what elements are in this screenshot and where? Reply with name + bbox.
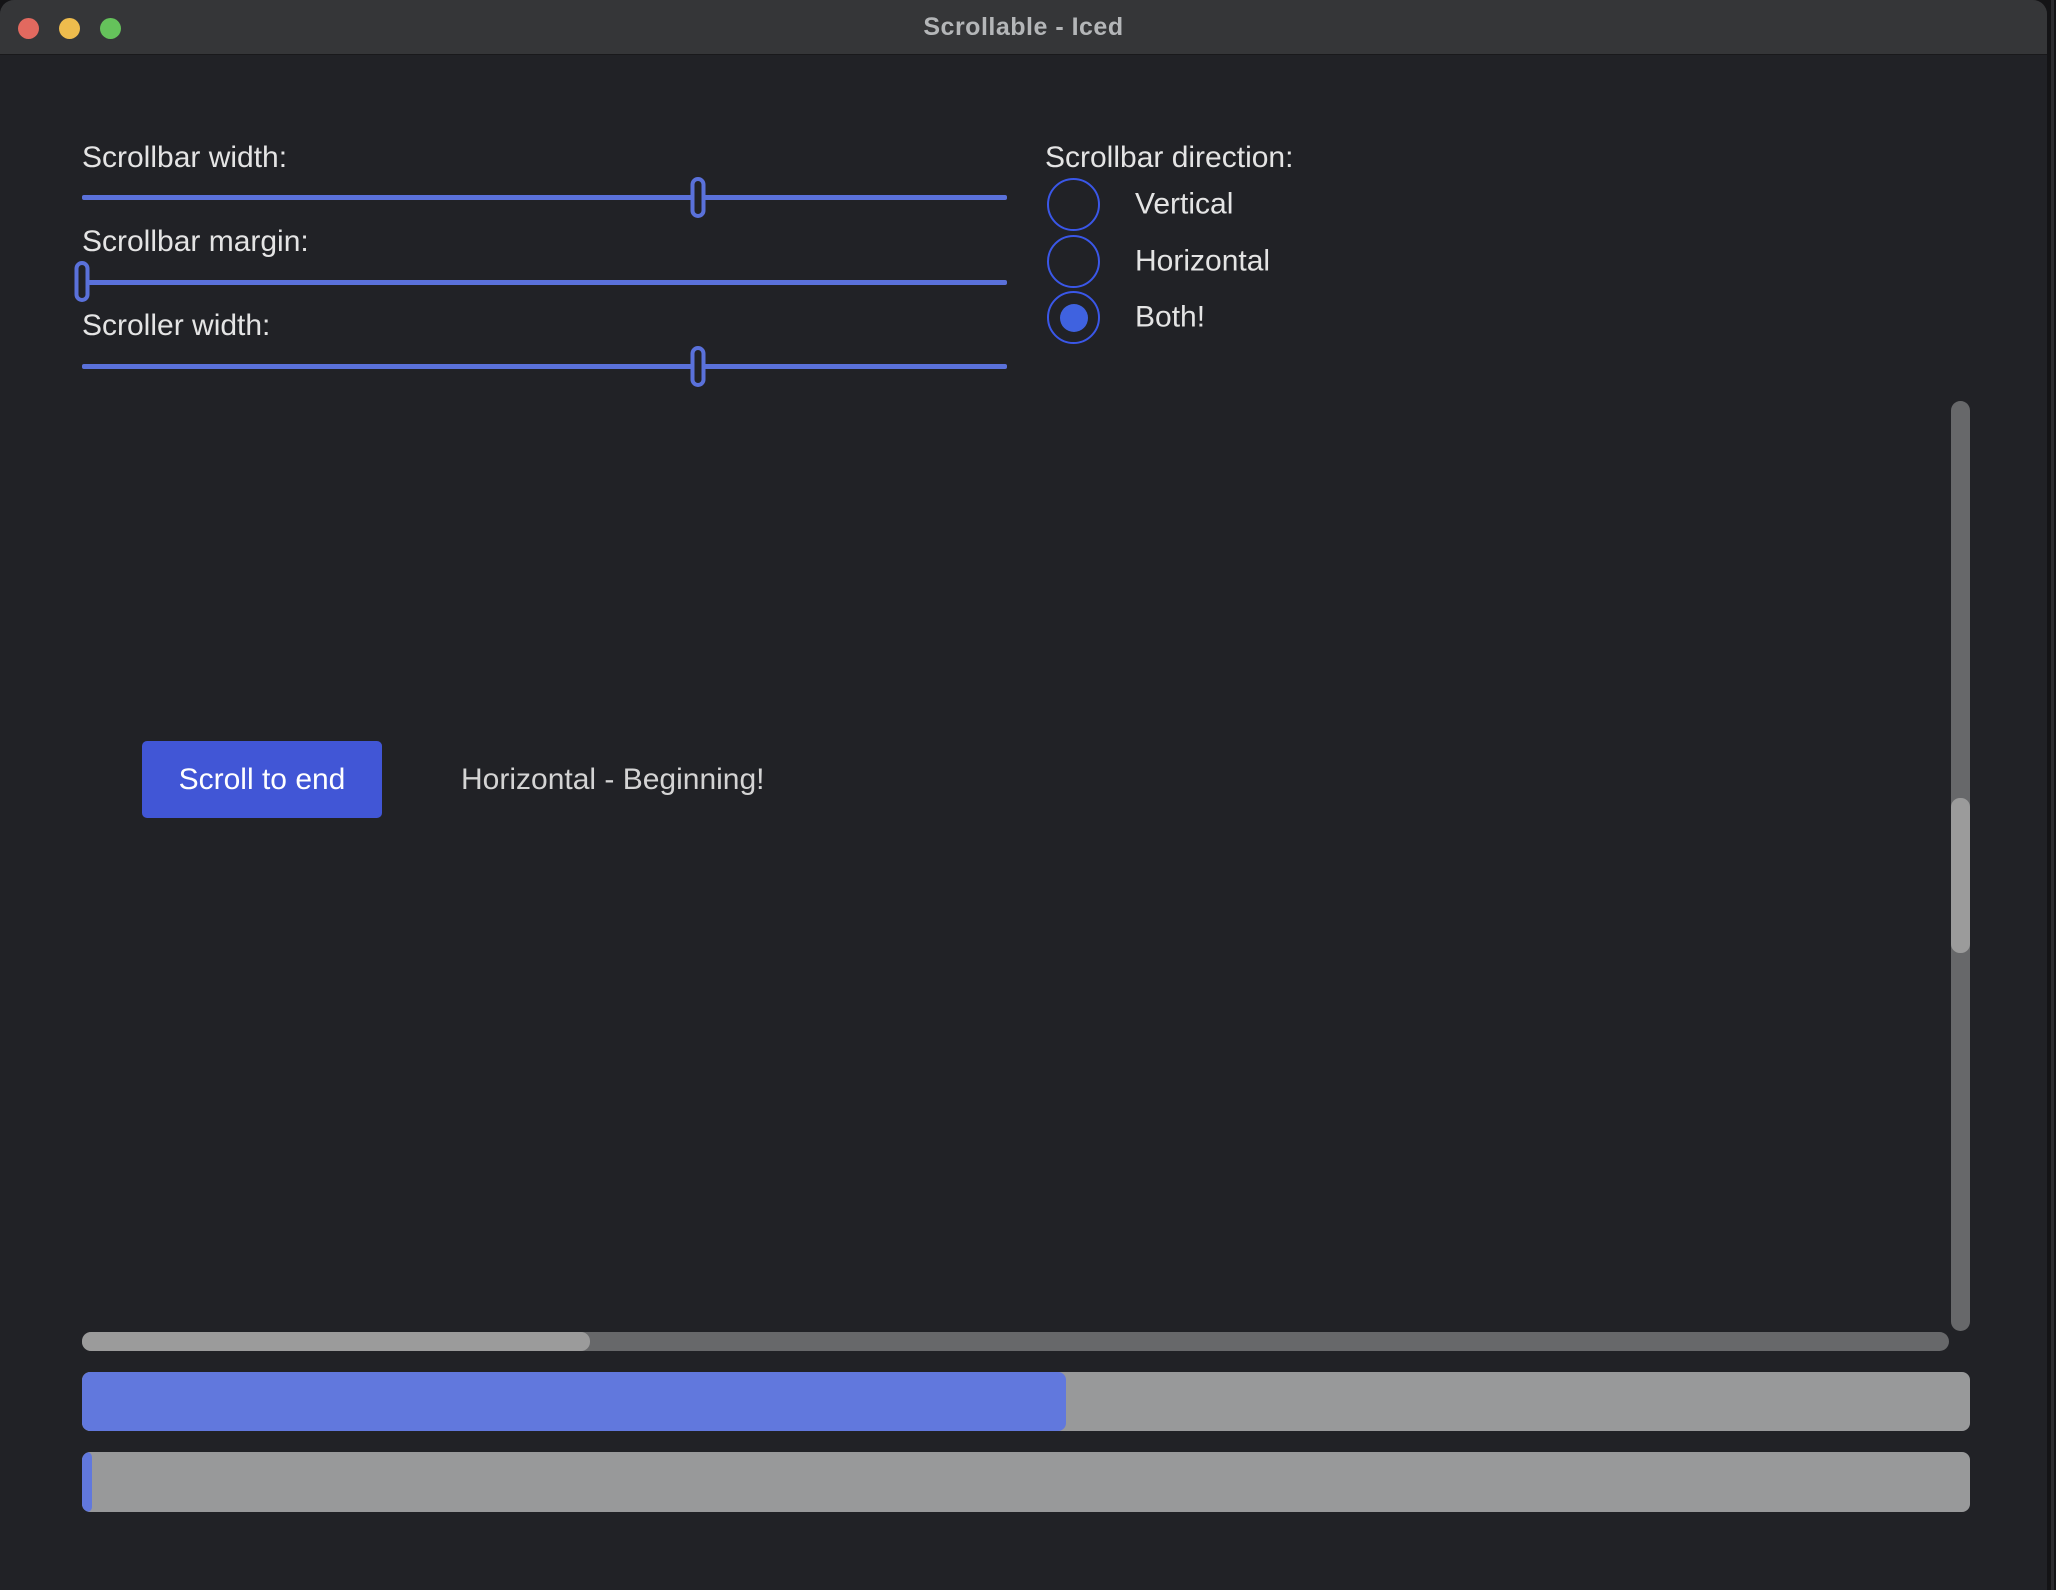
scrollbar-width-slider-handle[interactable] [691,177,706,218]
scrollbar-width-slider-track[interactable] [82,195,1007,200]
window-title: Scrollable - Iced [0,0,2047,55]
radio-circle-icon[interactable] [1047,235,1100,288]
vertical-progress-bar [82,1452,1970,1512]
app-window: Scrollable - Iced Scrollbar width: Scrol… [0,0,2047,1590]
radio-circle-icon[interactable] [1047,291,1100,344]
scroller-width-slider-track[interactable] [82,364,1007,369]
horizontal-progress-fill [82,1372,1066,1431]
radio-circle-icon[interactable] [1047,178,1100,231]
horizontal-scrollbar-track[interactable] [82,1332,1949,1351]
scrollbar-margin-slider-track[interactable] [82,280,1007,285]
scroll-status-text: Horizontal - Beginning! [461,741,765,818]
scroller-width-label: Scroller width: [82,309,270,342]
vertical-progress-fill [82,1452,92,1512]
scroll-to-end-button[interactable]: Scroll to end [142,741,382,818]
scrollbar-width-label: Scrollbar width: [82,141,287,174]
radio-option-label[interactable]: Horizontal [1135,244,1270,278]
scroller-width-slider-handle[interactable] [691,346,706,387]
background-window-edge [2051,0,2054,1590]
scrollbar-direction-label: Scrollbar direction: [1045,141,1293,174]
radio-selected-dot-icon [1060,304,1088,332]
scrollbar-margin-slider-handle[interactable] [75,261,90,302]
titlebar[interactable]: Scrollable - Iced [0,0,2047,55]
horizontal-progress-bar [82,1372,1970,1431]
horizontal-scrollbar-thumb[interactable] [82,1332,590,1351]
radio-option-label[interactable]: Vertical [1135,187,1233,221]
radio-option-label[interactable]: Both! [1135,300,1205,334]
vertical-scrollbar-thumb[interactable] [1951,798,1970,953]
vertical-scrollbar-track[interactable] [1951,401,1970,1331]
scrollbar-margin-label: Scrollbar margin: [82,225,309,258]
